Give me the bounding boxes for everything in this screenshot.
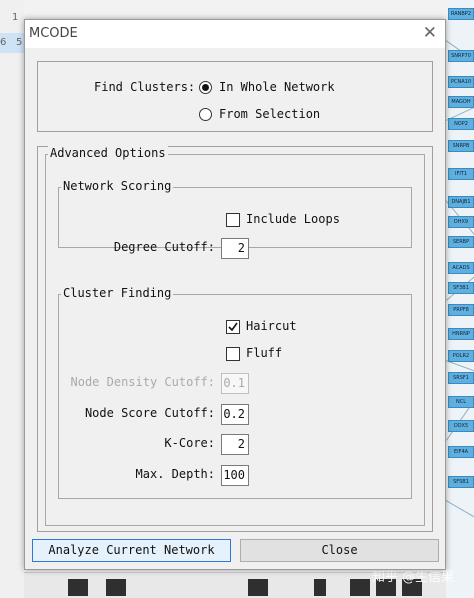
close-icon[interactable]: ✕ [423, 23, 437, 43]
find-clusters-panel: Find Clusters: In Whole Network From Sel… [37, 61, 433, 132]
network-node[interactable]: MAGOH [448, 96, 474, 108]
row-number: 6 [0, 37, 7, 48]
advanced-options-panel: Advanced Options Network Scoring Include… [37, 146, 433, 532]
network-scoring-group: Network Scoring Include Loops Degree Cut… [58, 179, 412, 259]
toolbar-icon[interactable] [68, 579, 88, 596]
network-node[interactable]: POLR2 [448, 350, 474, 362]
radio-whole-network[interactable] [199, 81, 212, 94]
node-density-cutoff-label: Node Density Cutoff: [70, 375, 216, 389]
fluff-label[interactable]: Fluff [246, 346, 282, 360]
network-node[interactable]: IFIT1 [448, 168, 474, 180]
degree-cutoff-label: Degree Cutoff: [113, 240, 215, 254]
max-depth-input[interactable]: 100 [221, 465, 249, 486]
toolbar-icon[interactable] [350, 579, 370, 596]
window-title: MCODE [29, 26, 78, 41]
mcode-dialog: MCODE ✕ Find Clusters: In Whole Network … [24, 19, 446, 570]
network-node[interactable]: SFSB1 [448, 476, 474, 488]
from-selection-label[interactable]: From Selection [219, 107, 320, 121]
haircut-label[interactable]: Haircut [246, 319, 297, 333]
network-node[interactable]: HNRNP [448, 328, 474, 340]
toolbar-icon[interactable] [248, 579, 268, 596]
network-node[interactable]: SRSF1 [448, 372, 474, 384]
node-density-cutoff-input: 0.1 [221, 373, 249, 394]
node-score-cutoff-label: Node Score Cutoff: [84, 406, 215, 420]
network-view[interactable]: RANBP2 SNRP70 PCNA10 MAGOH NOP2 SNRPB IF… [446, 0, 474, 597]
advanced-options-title: Advanced Options [48, 146, 168, 160]
network-node[interactable]: ACADS [448, 262, 474, 274]
network-node[interactable]: EIF4A [448, 446, 474, 458]
network-node[interactable]: PRPF8 [448, 304, 474, 316]
radio-from-selection[interactable] [199, 108, 212, 121]
dialog-content: Find Clusters: In Whole Network From Sel… [25, 48, 445, 569]
toolbar-icon[interactable] [314, 579, 326, 596]
degree-cutoff-input[interactable]: 2 [221, 238, 249, 259]
cluster-finding-title: Cluster Finding [61, 286, 174, 300]
network-node[interactable]: NOP2 [448, 118, 474, 130]
k-core-input[interactable]: 2 [221, 434, 249, 455]
advanced-options-group: Advanced Options Network Scoring Include… [45, 146, 425, 526]
checkmark-icon [228, 322, 238, 332]
include-loops-label[interactable]: Include Loops [246, 212, 340, 226]
background-left-panel: 1 6 5 [0, 0, 24, 597]
network-node[interactable]: NCL [448, 396, 474, 408]
network-node[interactable]: DDX5 [448, 420, 474, 432]
close-button[interactable]: Close [240, 539, 439, 562]
network-node[interactable]: PCNA10 [448, 76, 474, 88]
toolbar-icon[interactable] [106, 579, 126, 596]
network-node[interactable]: DHX9 [448, 216, 474, 228]
network-node[interactable]: DNAJB1 [448, 196, 474, 208]
find-clusters-label: Find Clusters: [94, 80, 196, 94]
max-depth-label: Max. Depth: [135, 467, 215, 481]
row-number: 1 [12, 12, 19, 23]
whole-network-label[interactable]: In Whole Network [219, 80, 335, 94]
row-number: 5 [16, 37, 23, 48]
network-node[interactable]: RANBP2 [448, 8, 474, 20]
fluff-checkbox[interactable] [226, 347, 240, 361]
network-node[interactable]: SF3B1 [448, 282, 474, 294]
include-loops-checkbox[interactable] [226, 213, 240, 227]
network-node[interactable]: SNRP70 [448, 50, 474, 62]
network-node[interactable]: SERBP [448, 236, 474, 248]
analyze-network-button[interactable]: Analyze Current Network [32, 539, 231, 562]
network-scoring-title: Network Scoring [61, 179, 174, 193]
cluster-finding-group: Cluster Finding Haircut Fluff Node Densi… [58, 286, 412, 499]
k-core-label: K-Core: [164, 436, 215, 450]
network-node[interactable]: SNRPB [448, 140, 474, 152]
node-score-cutoff-input[interactable]: 0.2 [221, 404, 249, 425]
title-bar[interactable]: MCODE ✕ [25, 20, 445, 48]
haircut-checkbox[interactable] [226, 320, 240, 334]
